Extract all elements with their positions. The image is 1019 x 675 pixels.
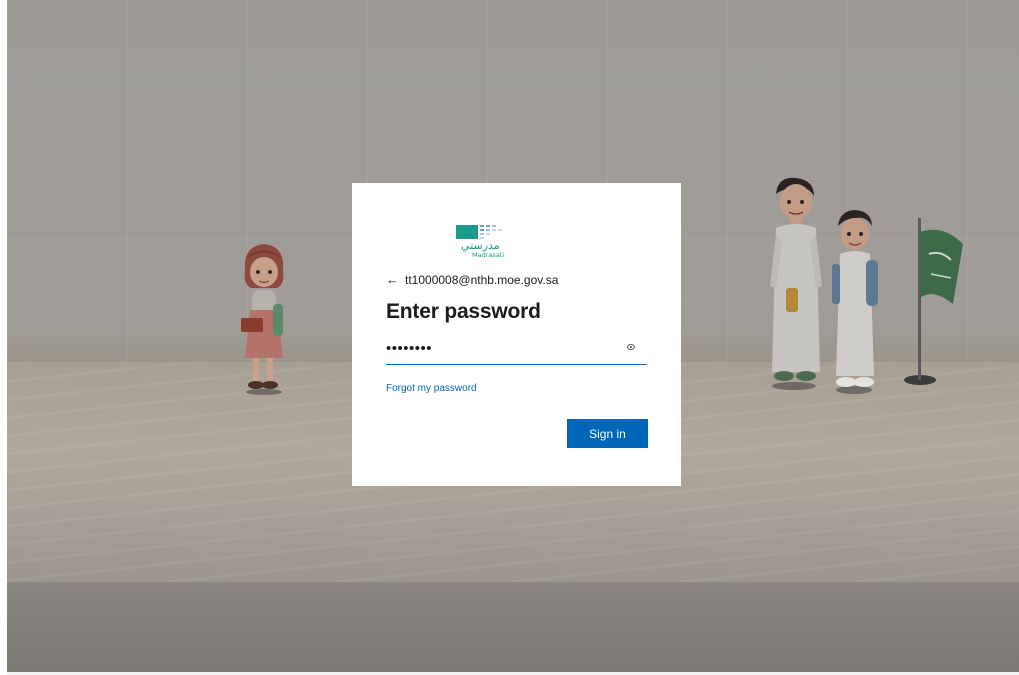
sign-in-button[interactable]: Sign in [567, 419, 648, 448]
forgot-password-link[interactable]: Forgot my password [386, 383, 477, 394]
logo-latin-text: Madrasati [472, 251, 504, 259]
back-arrow-icon[interactable]: ← [386, 272, 399, 287]
password-field[interactable] [386, 339, 647, 365]
boy-character-illustration [830, 208, 882, 396]
page-title: Enter password [386, 300, 541, 323]
background-lower [7, 582, 1019, 672]
login-card: مدرستي Madrasati ← tt1000008@nthb.moe.go… [352, 183, 681, 486]
left-edge [0, 0, 7, 675]
flag-illustration [893, 214, 969, 390]
madrasati-logo: مدرستي Madrasati [456, 219, 530, 259]
account-email: tt1000008@nthb.moe.gov.sa [405, 272, 559, 287]
eye-icon[interactable] [627, 344, 635, 350]
boy-character-illustration [764, 176, 828, 392]
back-to-email-link[interactable]: ← tt1000008@nthb.moe.gov.sa [386, 272, 558, 287]
girl-character-illustration [237, 240, 293, 396]
